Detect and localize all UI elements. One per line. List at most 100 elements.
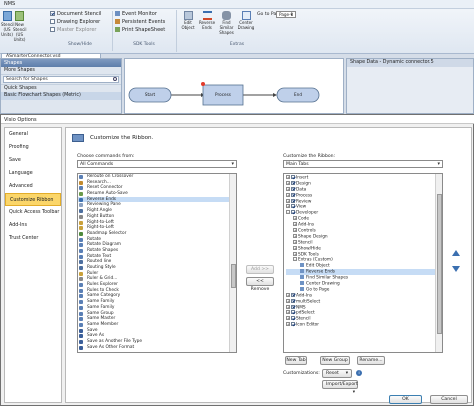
expand-icon[interactable]: + <box>293 251 297 256</box>
start-node-label: Start <box>144 92 156 97</box>
page-select[interactable]: Page-1 <box>276 11 296 18</box>
ribbon-tree-item[interactable]: + Icon Editor <box>286 322 436 328</box>
expand-icon[interactable]: + <box>293 222 297 227</box>
command-icon <box>79 248 83 253</box>
move-down-arrow-icon[interactable] <box>452 266 460 272</box>
tab-checkbox[interactable] <box>291 304 295 309</box>
expand-icon[interactable]: + <box>293 228 297 233</box>
tab-checkbox[interactable] <box>291 186 295 191</box>
command-label: Resume Auto-Save <box>87 191 128 197</box>
search-input[interactable]: Search for Shapes <box>3 76 119 83</box>
expand-icon[interactable]: + <box>293 233 297 238</box>
choose-commands-select[interactable]: All Commands <box>77 160 237 168</box>
tab-checkbox[interactable] <box>291 298 295 303</box>
ok-button[interactable]: OK <box>389 395 422 404</box>
command-icon <box>79 192 83 197</box>
tab-checkbox[interactable] <box>291 210 295 215</box>
command-label: Right-to-Left <box>87 219 114 225</box>
expand-icon[interactable]: + <box>286 198 290 203</box>
tab-checkbox[interactable] <box>291 322 295 327</box>
nav-item-proofing[interactable]: Proofing <box>5 141 61 154</box>
collapse-icon[interactable]: - <box>286 210 290 215</box>
nav-item-general[interactable]: General <box>5 128 61 141</box>
nav-item-add-ins[interactable]: Add-Ins <box>5 219 61 232</box>
tab-checkbox[interactable] <box>291 175 295 179</box>
ribbon-tree-scroll-thumb[interactable] <box>437 194 442 334</box>
persistent-events-button[interactable]: Persistent Events <box>115 19 174 27</box>
expand-icon[interactable]: + <box>286 175 290 179</box>
expand-icon[interactable]: + <box>286 180 290 185</box>
expand-icon[interactable]: + <box>293 239 297 244</box>
more-shapes-row[interactable]: More Shapes <box>1 67 121 75</box>
tab-checkbox[interactable] <box>291 316 295 321</box>
tab-checkbox[interactable] <box>291 204 295 209</box>
reverse-ends-label: Reverse Ends <box>198 20 216 30</box>
reset-button[interactable]: Reset ▾ <box>322 369 352 378</box>
collapse-icon[interactable]: - <box>293 257 297 262</box>
customize-ribbon-select[interactable]: Main Tabs <box>283 160 443 168</box>
nav-item-language[interactable]: Language <box>5 167 61 180</box>
expand-icon[interactable]: + <box>293 216 297 221</box>
command-icon <box>79 305 83 310</box>
add-button[interactable]: Add >> <box>246 265 274 274</box>
expand-icon[interactable]: + <box>286 322 290 327</box>
edit-object-icon <box>183 11 193 20</box>
expand-icon[interactable]: + <box>286 316 290 321</box>
event-monitor-button[interactable]: Event Monitor <box>115 11 174 19</box>
commands-scroll-thumb[interactable] <box>231 264 236 288</box>
basic-flowchart-row[interactable]: Basic Flowchart Shapes (Metric) <box>1 92 121 100</box>
search-icon[interactable] <box>113 77 117 81</box>
nav-item-advanced[interactable]: Advanced <box>5 180 61 193</box>
document-stencil-checkbox[interactable]: Document Stencil <box>50 11 110 19</box>
command-label: Save <box>87 327 98 333</box>
import-export-button[interactable]: Import/Export ▾ <box>322 380 358 395</box>
ribbon-tree[interactable]: + Insert + Design + Data + Process + Review + View -… <box>283 173 443 353</box>
command-icon <box>79 277 83 282</box>
ribbon-tree-scrollbar[interactable] <box>435 174 442 352</box>
drawing-explorer-checkbox[interactable]: Drawing Explorer <box>50 19 110 27</box>
print-shapesheet-button[interactable]: Print ShapeSheet <box>115 27 174 35</box>
expand-icon[interactable]: + <box>286 192 290 197</box>
ribbon-tree-label: Design <box>296 181 311 187</box>
quick-shapes-row[interactable]: Quick Shapes <box>1 84 121 92</box>
center-drawing-button[interactable]: Center Drawing <box>237 11 255 39</box>
expand-icon[interactable]: + <box>286 292 290 297</box>
command-icon <box>79 260 83 265</box>
new-tab-button[interactable]: New Tab <box>285 356 307 365</box>
new-stencil-button[interactable]: New Stencil (US Units) <box>13 10 27 42</box>
nav-item-customize-ribbon[interactable]: Customize Ribbon <box>5 193 61 206</box>
tab-checkbox[interactable] <box>291 198 295 203</box>
tab-checkbox[interactable] <box>291 192 295 197</box>
ribbon-tree-label: Go to Page <box>306 287 330 293</box>
expand-icon[interactable]: + <box>286 298 290 303</box>
find-similar-shapes-button[interactable]: Find Similar Shapes <box>217 11 236 39</box>
nav-item-save[interactable]: Save <box>5 154 61 167</box>
nav-item-quick-access-toolbar[interactable]: Quick Access Toolbar <box>5 206 61 219</box>
new-group-button[interactable]: New Group <box>320 356 350 365</box>
cancel-button[interactable]: Cancel <box>430 395 468 404</box>
move-up-arrow-icon[interactable] <box>452 250 460 256</box>
command-label: Same Member <box>87 321 119 327</box>
rename-button[interactable]: Rename... <box>357 356 385 365</box>
commands-scrollbar[interactable] <box>229 174 236 352</box>
tab-checkbox[interactable] <box>291 292 295 297</box>
expand-icon[interactable]: + <box>286 304 290 309</box>
master-explorer-checkbox[interactable]: Master Explorer <box>50 27 110 35</box>
nav-item-trust-center[interactable]: Trust Center <box>5 232 61 245</box>
tab-checkbox[interactable] <box>291 180 295 185</box>
stencil-button[interactable]: Stencil (US Units) <box>1 10 15 42</box>
expand-icon[interactable]: + <box>293 245 297 250</box>
tab-checkbox[interactable] <box>291 310 295 315</box>
ribbon-tree-label: NMS <box>296 305 306 311</box>
edit-object-button[interactable]: Edit Object <box>179 11 197 39</box>
expand-icon[interactable]: + <box>286 204 290 209</box>
expand-icon[interactable]: + <box>286 310 290 315</box>
command-label: Right Button <box>87 213 115 219</box>
commands-list[interactable]: Reroute on Crossover Research... Reset Con… <box>77 173 237 353</box>
drawing-canvas[interactable]: Start Process End <box>124 58 344 114</box>
command-item[interactable]: Save As Other Format <box>78 345 230 351</box>
remove-button[interactable]: << Remove <box>246 277 274 292</box>
expand-icon[interactable]: + <box>286 186 290 191</box>
reverse-ends-button[interactable]: Reverse Ends <box>198 11 216 39</box>
sdk-tools-group-label: SDK Tools <box>133 42 155 47</box>
